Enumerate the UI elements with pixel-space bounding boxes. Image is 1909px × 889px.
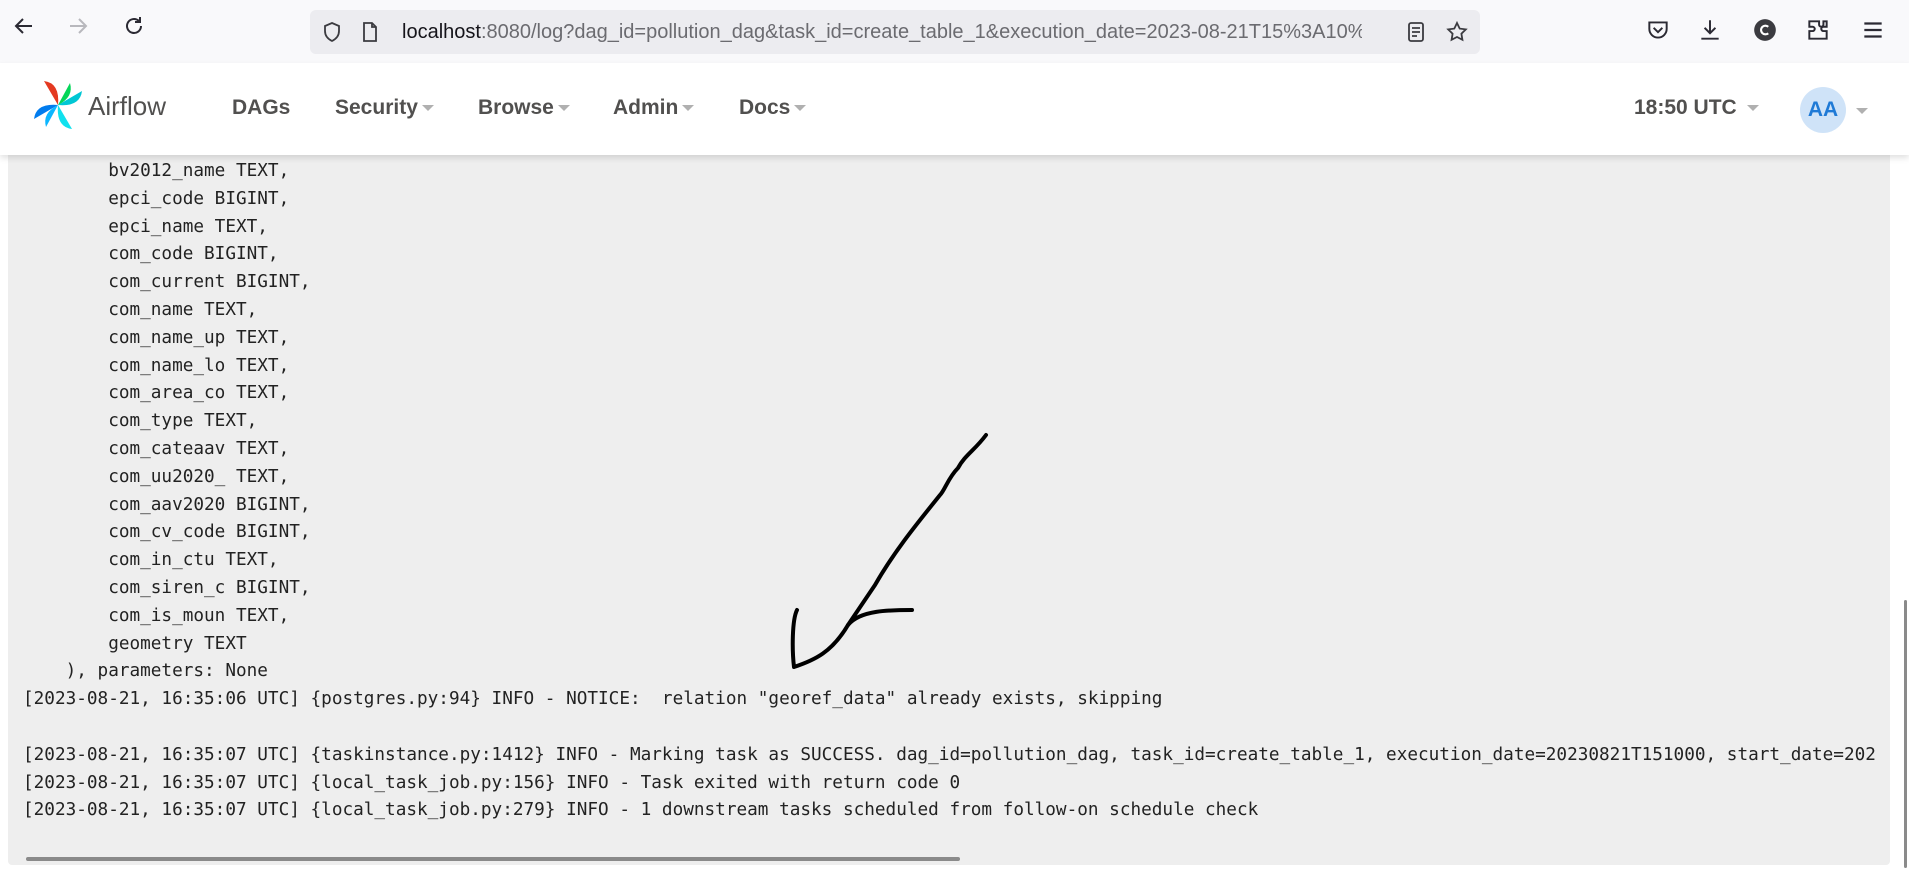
clock-time: 18:50 UTC	[1634, 96, 1737, 119]
log-line: ), parameters: None	[23, 661, 268, 682]
horizontal-scrollbar[interactable]	[26, 857, 960, 861]
chevron-down-icon	[794, 105, 807, 112]
log-line: epci_name TEXT,	[23, 216, 268, 237]
nav-dags[interactable]: DAGs	[232, 96, 290, 120]
log-line: com_name_up TEXT,	[23, 327, 290, 348]
url-path: :8080/log?dag_id=pollution_dag&task_id=c…	[480, 21, 1362, 43]
log-line: com_current BIGINT,	[23, 272, 311, 293]
nav-browse[interactable]: Browse	[478, 96, 570, 120]
log-line: com_name TEXT,	[23, 299, 258, 320]
log-line: com_siren_c BIGINT,	[23, 577, 311, 598]
log-line: com_uu2020_ TEXT,	[23, 466, 290, 487]
arrow-annotation-icon	[790, 433, 988, 669]
nav-docs[interactable]: Docs	[739, 96, 807, 120]
url-host: localhost	[402, 21, 481, 43]
reload-icon[interactable]	[122, 14, 146, 38]
forward-icon[interactable]	[66, 14, 90, 38]
bookmark-star-icon[interactable]	[1445, 20, 1469, 44]
extensions-icon[interactable]	[1805, 17, 1831, 43]
nav-docs-label: Docs	[739, 96, 791, 119]
nav-admin[interactable]: Admin	[613, 96, 695, 120]
user-avatar[interactable]: AA	[1800, 87, 1846, 133]
url-text[interactable]: localhost:8080/log?dag_id=pollution_dag&…	[402, 21, 1362, 44]
chevron-down-icon[interactable]	[1856, 108, 1868, 114]
page-icon[interactable]	[358, 20, 382, 44]
clock-dropdown[interactable]: 18:50 UTC	[1634, 96, 1759, 120]
shield-icon[interactable]	[320, 20, 344, 44]
account-icon[interactable]	[1752, 17, 1778, 43]
vertical-scrollbar[interactable]	[1904, 600, 1907, 868]
log-line: com_in_ctu TEXT,	[23, 550, 279, 571]
reader-view-icon[interactable]	[1404, 20, 1428, 44]
chevron-down-icon	[557, 105, 570, 112]
browser-toolbar: localhost:8080/log?dag_id=pollution_dag&…	[0, 0, 1909, 64]
address-bar[interactable]: localhost:8080/log?dag_id=pollution_dag&…	[310, 10, 1480, 54]
log-line: epci_code BIGINT,	[23, 188, 290, 209]
menu-icon[interactable]	[1860, 17, 1886, 43]
log-line: [2023-08-21, 16:35:07 UTC] {local_task_j…	[23, 800, 1259, 821]
log-line: [2023-08-21, 16:35:06 UTC] {postgres.py:…	[23, 689, 1163, 710]
log-line: [2023-08-21, 16:35:07 UTC] {local_task_j…	[23, 772, 961, 793]
nav-security-label: Security	[335, 96, 418, 119]
log-line: bv2012_name TEXT,	[23, 161, 290, 181]
log-line: com_name_lo TEXT,	[23, 355, 290, 376]
nav-security[interactable]: Security	[335, 96, 434, 120]
back-icon[interactable]	[12, 14, 36, 38]
log-line: com_cv_code BIGINT,	[23, 522, 311, 543]
chevron-down-icon	[682, 105, 695, 112]
log-line: com_cateaav TEXT,	[23, 438, 290, 459]
nav-admin-label: Admin	[613, 96, 679, 119]
brand-name[interactable]: Airflow	[88, 91, 166, 122]
download-icon[interactable]	[1697, 17, 1723, 43]
log-line: com_code BIGINT,	[23, 244, 279, 265]
log-line: geometry TEXT	[23, 633, 247, 654]
log-line: com_is_moun TEXT,	[23, 605, 290, 626]
pocket-icon[interactable]	[1645, 17, 1671, 43]
nav-dags-label: DAGs	[232, 96, 291, 119]
airflow-logo-icon[interactable]	[30, 77, 86, 133]
log-line: com_aav2020 BIGINT,	[23, 494, 311, 515]
airflow-navbar: Airflow DAGs Security Browse Admin Docs …	[0, 63, 1909, 155]
nav-browse-label: Browse	[478, 96, 554, 119]
log-line: [2023-08-21, 16:35:07 UTC] {taskinstance…	[23, 744, 1876, 765]
chevron-down-icon	[421, 105, 434, 112]
chevron-down-icon	[1746, 105, 1759, 112]
log-line: com_area_co TEXT,	[23, 383, 290, 404]
log-line: com_type TEXT,	[23, 411, 258, 432]
